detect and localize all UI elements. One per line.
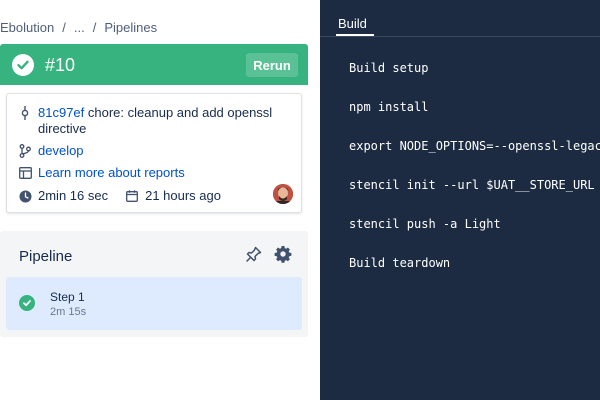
step-name: Step 1	[50, 290, 85, 304]
calendar-icon	[124, 188, 140, 204]
reports-row: Learn more about reports	[17, 165, 185, 181]
learn-reports-link[interactable]: Learn more about reports	[38, 165, 185, 180]
duration-row: 2min 16 sec 21 hours ago	[17, 188, 221, 204]
log-line-export[interactable]: export NODE_OPTIONS=--openssl-legacy	[349, 139, 600, 153]
commit-hash-link[interactable]: 81c97ef	[38, 105, 84, 120]
left-panel: Ebolution / ... / Pipelines #10 Rerun 81…	[0, 0, 320, 400]
log-line-build-setup[interactable]: Build setup	[349, 61, 428, 75]
step-success-icon	[19, 295, 35, 311]
commit-row: 81c97ef chore: cleanup and add openssl d…	[17, 105, 278, 137]
pipeline-panel: Pipeline Step 1 2m 15s	[0, 231, 308, 337]
log-line-stencil-init[interactable]: stencil init --url $UAT__STORE_URL -	[349, 178, 600, 192]
branch-row: develop	[17, 143, 84, 159]
log-line-build-teardown[interactable]: Build teardown	[349, 256, 450, 270]
log-line-stencil-push[interactable]: stencil push -a Light	[349, 217, 501, 231]
log-line-npm-install[interactable]: npm install	[349, 100, 428, 114]
breadcrumb: Ebolution / ... / Pipelines	[0, 19, 157, 35]
reports-icon	[17, 165, 33, 181]
avatar[interactable]	[273, 184, 293, 204]
gear-icon[interactable]	[274, 245, 292, 263]
log-tab-bar: Build	[320, 0, 600, 37]
build-log-panel: Build Build setup npm install export NOD…	[320, 0, 600, 400]
pin-icon[interactable]	[245, 245, 263, 263]
step-duration: 2m 15s	[50, 306, 87, 318]
branch-icon	[17, 143, 33, 159]
tab-build[interactable]: Build	[338, 16, 367, 31]
commit-info: 81c97ef chore: cleanup and add openssl d…	[38, 105, 278, 137]
run-duration: 2min 16 sec	[38, 188, 109, 203]
breadcrumb-ellipsis[interactable]: ...	[74, 20, 85, 35]
run-time-ago: 21 hours ago	[145, 188, 221, 203]
breadcrumb-current[interactable]: Pipelines	[104, 20, 157, 35]
success-check-icon	[12, 54, 34, 76]
breadcrumb-separator: /	[92, 19, 97, 35]
run-number: #10	[45, 55, 76, 75]
step-item[interactable]: Step 1 2m 15s	[6, 277, 302, 330]
breadcrumb-workspace[interactable]: Ebolution	[0, 20, 54, 35]
clock-icon	[17, 188, 33, 204]
commit-icon	[17, 105, 33, 121]
active-tab-indicator	[336, 34, 374, 36]
run-status-bar: #10 Rerun	[0, 44, 308, 85]
rerun-button[interactable]: Rerun	[246, 53, 298, 77]
pipeline-title: Pipeline	[19, 248, 73, 265]
breadcrumb-separator: /	[62, 19, 66, 35]
branch-link[interactable]: develop	[38, 143, 84, 158]
run-details-card: 81c97ef chore: cleanup and add openssl d…	[6, 93, 302, 213]
